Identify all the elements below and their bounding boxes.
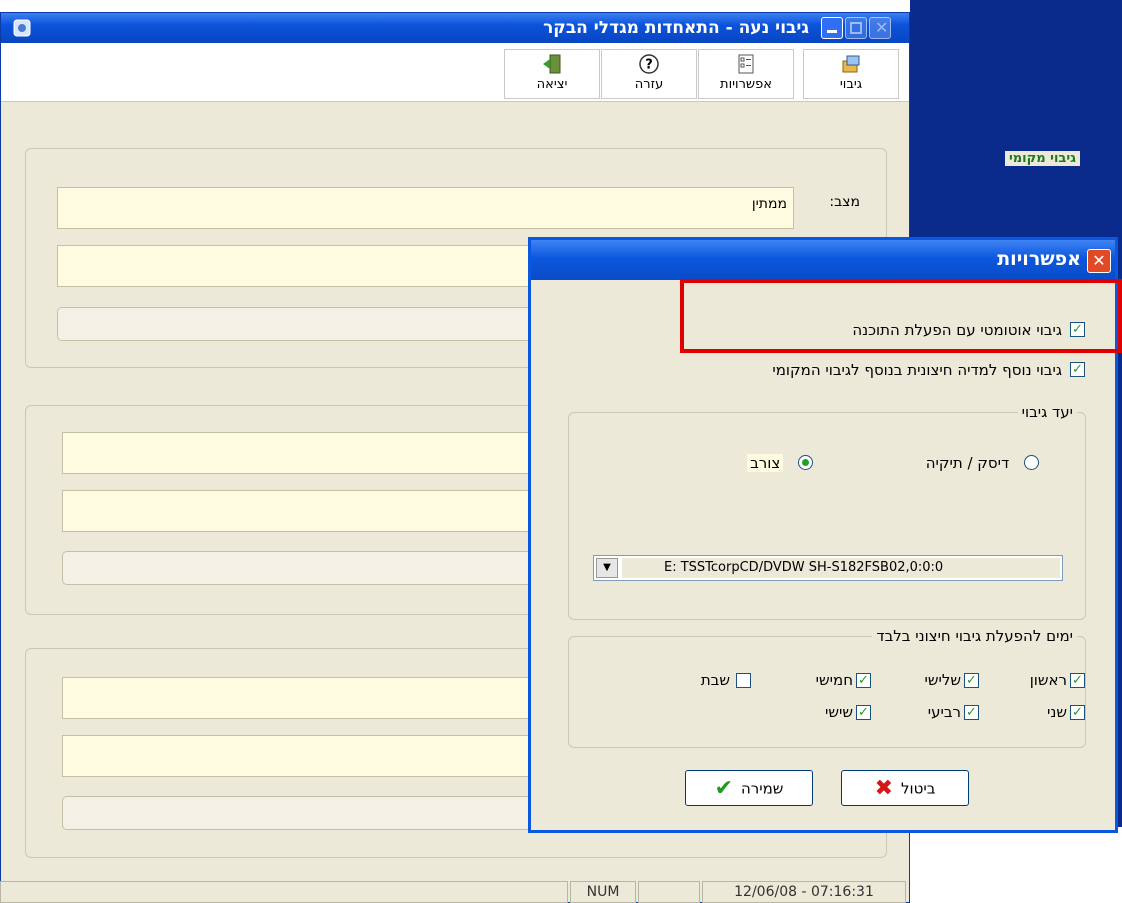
statusbar-main-panel — [0, 881, 568, 903]
dialog-title: אפשרויות — [997, 248, 1081, 270]
sunday-checkbox[interactable]: ✓ — [1070, 673, 1085, 688]
friday-checkbox[interactable]: ✓ — [856, 705, 871, 720]
close-button[interactable]: ✕ — [869, 17, 891, 39]
drive-select[interactable]: ▼ E: TSSTcorpCD/DVDW SH-S182FSB02,0:0:0 — [593, 555, 1063, 581]
help-icon: ? — [639, 54, 659, 74]
backup-tool-button[interactable]: גיבוי — [803, 49, 899, 99]
day-tuesday[interactable]: ✓שלישי — [924, 671, 979, 689]
dropdown-arrow-button[interactable]: ▼ — [596, 558, 618, 578]
saturday-label: שבת — [700, 671, 730, 689]
maximize-button[interactable] — [845, 17, 867, 39]
statusbar-datetime: 12/06/08 - 07:16:31 — [702, 881, 906, 903]
status-field: ממתין — [57, 187, 794, 229]
close-icon: ✕ — [1092, 251, 1106, 270]
x-icon: ✖ — [874, 775, 894, 801]
backup-tool-label: גיבוי — [839, 77, 863, 92]
burner-radio[interactable] — [798, 455, 813, 470]
window-title: גיבוי נעה - התאחדות מגדלי הבקר — [543, 18, 809, 38]
wednesday-label: רביעי — [927, 703, 961, 721]
monday-checkbox[interactable]: ✓ — [1070, 705, 1085, 720]
monday-label: שני — [1047, 703, 1067, 721]
save-button[interactable]: שמירה ✔ — [685, 770, 813, 806]
exit-tool-label: יציאה — [536, 77, 568, 92]
highlight-box — [680, 279, 1122, 353]
sunday-label: ראשון — [1029, 671, 1067, 689]
status-label: מצב: — [829, 194, 860, 210]
burner-option[interactable]: צורב — [747, 453, 813, 472]
help-tool-label: עזרה — [634, 77, 664, 92]
saturday-checkbox[interactable] — [736, 673, 751, 688]
toolbar: גיבוי אפשרויות ? עזרה יציאה — [1, 43, 909, 102]
dialog-close-button[interactable]: ✕ — [1087, 249, 1111, 273]
days-title: ימים להפעלת גיבוי חיצוני בלבד — [872, 627, 1077, 645]
day-friday[interactable]: ✓שישי — [825, 703, 871, 721]
svg-text:?: ? — [645, 58, 653, 73]
minimize-button[interactable] — [821, 17, 843, 39]
statusbar-blank — [638, 881, 700, 903]
day-thursday[interactable]: ✓חמישי — [816, 671, 871, 689]
cancel-button[interactable]: ביטול ✖ — [841, 770, 969, 806]
maximize-icon — [850, 22, 862, 34]
destination-title: יעד גיבוי — [1017, 403, 1077, 421]
options-icon — [738, 54, 754, 74]
app-icon — [13, 19, 31, 37]
disk-folder-label: דיסק / תיקיה — [925, 453, 1010, 472]
day-wednesday[interactable]: ✓רביעי — [928, 703, 979, 721]
disk-folder-radio[interactable] — [1024, 455, 1039, 470]
checkmark-icon: ✔ — [714, 775, 733, 801]
drive-select-value: E: TSSTcorpCD/DVDW SH-S182FSB02,0:0:0 — [664, 560, 944, 575]
day-sunday[interactable]: ✓ראשון — [1030, 671, 1085, 689]
minimize-icon — [827, 30, 837, 33]
close-icon: ✕ — [875, 18, 889, 37]
statusbar-num: NUM — [570, 881, 636, 903]
local-backup-title: גיבוי מקומי — [1004, 151, 1080, 166]
friday-label: שישי — [825, 703, 853, 721]
external-backup-option[interactable]: ✓ גיבוי נוסף למדיה חיצונית בנוסף לגיבוי ה… — [772, 360, 1085, 379]
options-tool-button[interactable]: אפשרויות — [698, 49, 794, 99]
main-titlebar[interactable]: גיבוי נעה - התאחדות מגדלי הבקר ✕ — [1, 13, 909, 43]
external-backup-label: גיבוי נוסף למדיה חיצונית בנוסף לגיבוי המ… — [772, 360, 1062, 379]
wednesday-checkbox[interactable]: ✓ — [964, 705, 979, 720]
day-saturday[interactable]: שבת — [701, 671, 751, 689]
tuesday-label: שלישי — [924, 671, 962, 689]
destination-group — [568, 412, 1086, 620]
exit-icon — [543, 54, 561, 74]
disk-folder-option[interactable]: דיסק / תיקיה — [926, 453, 1039, 472]
options-tool-label: אפשרויות — [720, 77, 772, 92]
external-backup-checkbox[interactable]: ✓ — [1070, 362, 1085, 377]
tuesday-checkbox[interactable]: ✓ — [964, 673, 979, 688]
days-group — [568, 636, 1086, 748]
help-tool-button[interactable]: ? עזרה — [601, 49, 697, 99]
dialog-titlebar[interactable]: אפשרויות ✕ — [531, 240, 1115, 280]
thursday-checkbox[interactable]: ✓ — [856, 673, 871, 688]
thursday-label: חמישי — [815, 671, 853, 689]
burner-label: צורב — [747, 453, 784, 472]
cancel-label: ביטול — [901, 779, 936, 798]
day-monday[interactable]: ✓שני — [1047, 703, 1085, 721]
exit-tool-button[interactable]: יציאה — [504, 49, 600, 99]
chevron-down-icon: ▼ — [603, 562, 611, 573]
backup-icon — [842, 55, 860, 73]
save-label: שמירה — [741, 779, 784, 798]
